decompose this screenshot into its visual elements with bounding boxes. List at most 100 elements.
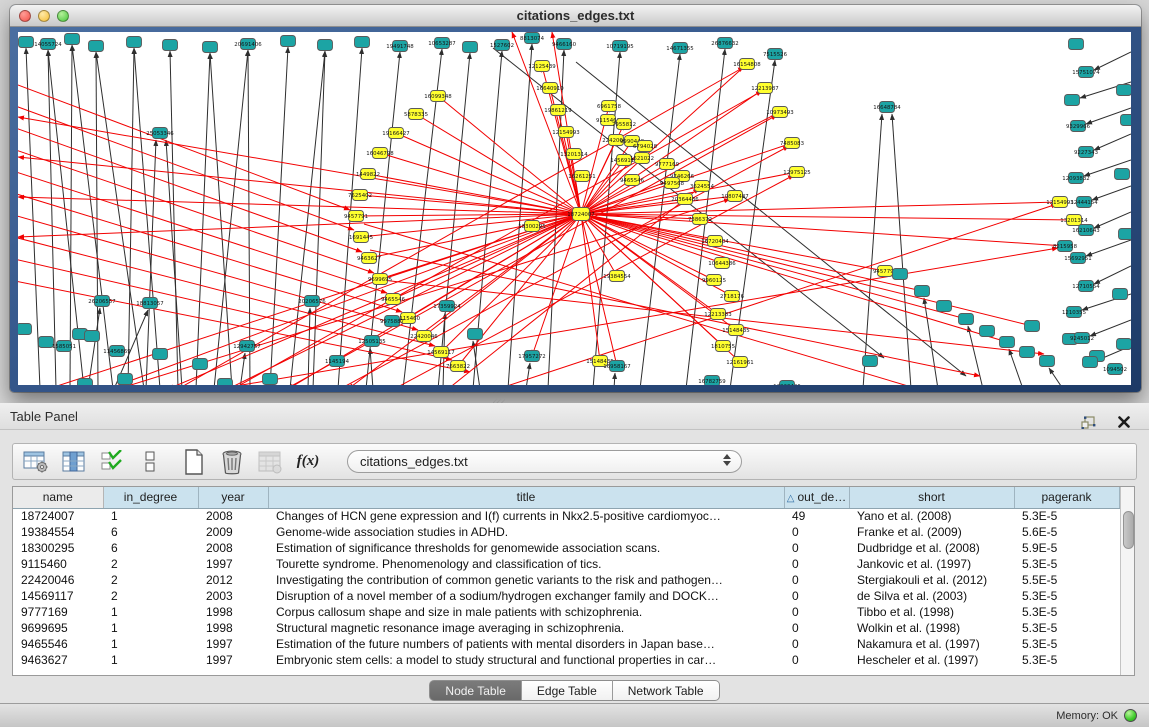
graph-node[interactable] (18, 324, 32, 335)
graph-node[interactable] (163, 40, 178, 51)
graph-node[interactable]: 1210355 (1062, 307, 1086, 318)
graph-node[interactable]: 16210643 (1072, 225, 1099, 236)
column-header-in_degree[interactable]: in_degree (103, 487, 198, 508)
graph-node[interactable]: 1145194 (325, 356, 350, 367)
graph-node[interactable] (1065, 95, 1080, 106)
float-panel-icon[interactable] (1075, 409, 1101, 435)
table-row[interactable]: 977716911998Corpus callosum shape and si… (13, 604, 1119, 620)
table-row[interactable]: 2242004622012Investigating the contribut… (13, 572, 1119, 588)
graph-node[interactable]: 11456869 (103, 346, 131, 357)
graph-node[interactable] (1117, 339, 1132, 350)
graph-node[interactable]: 12213987 (751, 83, 778, 94)
minimize-window-button[interactable] (38, 10, 50, 22)
column-header-title[interactable]: title (268, 487, 784, 508)
table-row[interactable]: 911546021997Tourette syndrome. Phenomeno… (13, 556, 1119, 572)
table-scrollbar[interactable] (1120, 487, 1135, 675)
graph-node[interactable]: 20691406 (234, 39, 262, 50)
graph-node[interactable] (1025, 321, 1040, 332)
graph-node[interactable]: 6961758 (597, 101, 622, 112)
graph-node[interactable] (127, 37, 142, 48)
graph-node[interactable]: 2718176 (720, 291, 745, 302)
select-columns-icon[interactable] (61, 449, 87, 475)
column-header-short[interactable]: short (849, 487, 1014, 508)
graph-node[interactable] (915, 286, 930, 297)
stacked-cells-icon[interactable] (137, 449, 163, 475)
network-canvas[interactable]: 1405572420691406194917481065328715276028… (18, 32, 1131, 385)
graph-node[interactable]: 1585051 (52, 341, 76, 352)
table-row[interactable]: 946362711997Embryonic stem cells: a mode… (13, 652, 1119, 668)
graph-node[interactable]: 16154808 (733, 59, 761, 70)
graph-node[interactable] (193, 359, 208, 370)
graph-node[interactable]: 17359924 (433, 301, 461, 312)
graph-node[interactable]: 12710554 (1072, 281, 1100, 292)
graph-node[interactable] (1020, 347, 1035, 358)
graph-node[interactable]: 14671355 (666, 43, 693, 54)
graph-node[interactable]: 1810755 (711, 341, 735, 352)
graph-node[interactable] (1083, 357, 1098, 368)
graph-node[interactable] (85, 331, 100, 342)
graph-node[interactable]: 12154993 (552, 127, 579, 138)
table-row[interactable]: 1456911722003Disruption of a novel membe… (13, 588, 1119, 604)
graph-node[interactable] (937, 301, 952, 312)
graph-node[interactable] (1069, 39, 1084, 50)
graph-node[interactable]: 19166427 (382, 128, 409, 139)
graph-node[interactable]: 15692951 (1064, 253, 1091, 264)
table-row[interactable]: 969969511998Structural magnetic resonanc… (13, 620, 1119, 636)
table-scrollbar-thumb[interactable] (1123, 511, 1134, 549)
graph-node[interactable]: 1527602 (490, 40, 514, 51)
graph-node[interactable]: 16099348 (424, 91, 452, 102)
graph-node[interactable] (1113, 289, 1128, 300)
column-header-out_de[interactable]: △out_de… (784, 487, 849, 508)
graph-node[interactable]: 12093832 (1062, 173, 1089, 184)
graph-node[interactable]: 10807487 (721, 191, 748, 202)
graph-node[interactable]: 3624554 (690, 181, 715, 192)
table-settings-icon[interactable] (23, 449, 49, 475)
column-header-pagerank[interactable]: pagerank (1014, 487, 1119, 508)
graph-node[interactable]: 13201314 (1060, 215, 1088, 226)
close-icon[interactable] (1111, 409, 1137, 435)
graph-node[interactable] (463, 42, 478, 53)
row-checks-icon[interactable] (99, 449, 125, 475)
graph-node[interactable]: 9465546 (620, 175, 645, 186)
graph-node[interactable] (1040, 356, 1055, 367)
delete-rows-trash-icon[interactable] (219, 449, 245, 475)
graph-node[interactable]: 10653287 (428, 38, 455, 49)
graph-node[interactable]: 16782759 (698, 376, 726, 386)
graph-node[interactable]: 7663822 (446, 361, 470, 372)
graph-node[interactable]: 12505135 (358, 336, 385, 347)
graph-node[interactable]: 1094502 (1103, 364, 1127, 375)
graph-node[interactable] (980, 326, 995, 337)
graph-node[interactable]: 9227343 (1074, 147, 1098, 158)
graph-node[interactable]: 14055724 (34, 39, 62, 50)
graph-node[interactable]: 9466160 (552, 39, 577, 50)
graph-node[interactable]: 18813057 (136, 298, 163, 309)
table-row[interactable]: 1872400712008Changes of HCN gene express… (13, 508, 1119, 524)
close-window-button[interactable] (19, 10, 31, 22)
graph-node[interactable] (959, 314, 974, 325)
graph-node[interactable]: 12213383 (704, 309, 731, 320)
function-builder-icon[interactable]: f(x) (295, 449, 321, 475)
graph-node[interactable] (893, 269, 908, 280)
graph-node[interactable] (1117, 85, 1132, 96)
graph-node[interactable]: 12444154 (1070, 197, 1098, 208)
graph-node[interactable]: 7515526 (763, 49, 788, 60)
graph-node[interactable]: 10973493 (766, 107, 793, 118)
new-document-icon[interactable] (181, 449, 207, 475)
graph-node[interactable] (863, 356, 878, 367)
tab-node-table[interactable]: Node Table (429, 680, 521, 701)
graph-node[interactable]: 10719195 (606, 41, 633, 52)
zoom-window-button[interactable] (57, 10, 69, 22)
graph-node[interactable] (19, 37, 34, 48)
graph-node[interactable] (263, 374, 278, 385)
graph-node[interactable]: 15751074 (1072, 67, 1100, 78)
graph-node[interactable] (318, 40, 333, 51)
tab-edge-table[interactable]: Edge Table (521, 680, 612, 701)
graph-node[interactable]: 26876632 (711, 38, 738, 49)
graph-node[interactable]: 26206557 (88, 296, 115, 307)
graph-node[interactable]: 9463627 (357, 253, 381, 264)
graph-node[interactable]: 17957272 (518, 351, 545, 362)
graph-node[interactable] (78, 379, 93, 386)
graph-node[interactable]: 16648784 (873, 102, 901, 113)
graph-node[interactable] (218, 379, 233, 386)
table-row[interactable]: 1830029562008Estimation of significance … (13, 540, 1119, 556)
